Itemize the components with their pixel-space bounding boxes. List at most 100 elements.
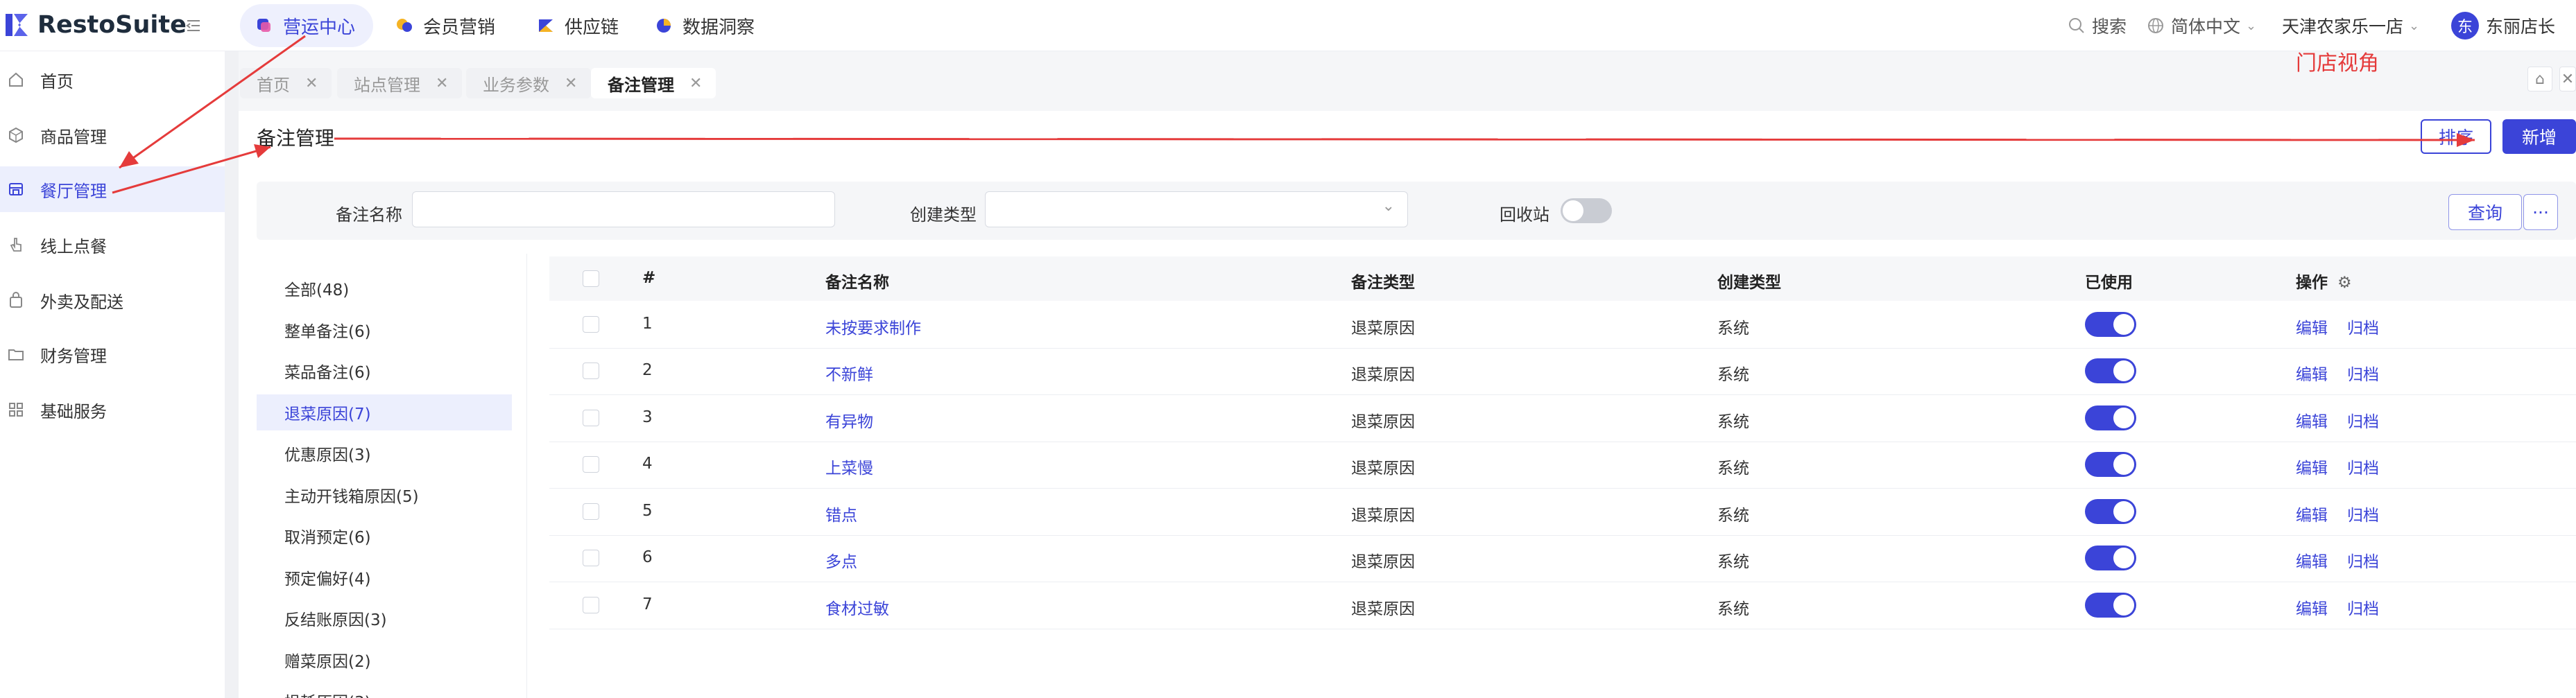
menu-collapse-icon[interactable] [184, 15, 205, 36]
bag-icon [10, 292, 22, 308]
sidebar-item-home[interactable]: 首页 [0, 57, 225, 103]
archive-link[interactable]: 归档 [2347, 455, 2379, 478]
remark-type: 退菜原因 [1351, 460, 1415, 478]
category-item[interactable]: 预定偏好(4) [257, 559, 512, 595]
row-index: 4 [642, 455, 653, 473]
used-toggle[interactable] [2085, 311, 2136, 337]
category-item[interactable]: 取消预定(6) [257, 518, 512, 554]
edit-link[interactable]: 编辑 [2296, 502, 2328, 525]
remark-type: 退菜原因 [1351, 553, 1415, 572]
search-label: 搜索 [2092, 17, 2127, 37]
remark-name-input[interactable] [412, 191, 835, 227]
row-checkbox[interactable] [583, 409, 599, 426]
user-menu[interactable]: 东 东丽店长 [2451, 12, 2555, 40]
used-toggle[interactable] [2085, 498, 2136, 524]
page-tab-site-management[interactable]: 站点管理 ✕ [337, 68, 463, 98]
category-item[interactable]: 菜品备注(6) [257, 353, 512, 389]
remark-type: 退菜原因 [1351, 366, 1415, 385]
top-nav-data-insight[interactable]: 数据洞察 [639, 4, 773, 47]
edit-link[interactable]: 编辑 [2296, 548, 2328, 572]
search-icon [2069, 18, 2084, 33]
remark-name-link[interactable]: 未按要求制作 [825, 315, 921, 338]
page-tab-home[interactable]: 首页 ✕ [240, 68, 332, 98]
row-checkbox[interactable] [583, 596, 599, 613]
edit-link[interactable]: 编辑 [2296, 361, 2328, 385]
archive-link[interactable]: 归档 [2347, 502, 2379, 525]
row-checkbox[interactable] [583, 456, 599, 473]
create-type-select[interactable]: ⌄ [985, 191, 1408, 227]
edit-link[interactable]: 编辑 [2296, 455, 2328, 478]
close-icon[interactable]: ✕ [305, 75, 318, 92]
select-all-checkbox[interactable] [583, 270, 599, 287]
remark-name-link[interactable]: 多点 [825, 548, 857, 572]
sidebar-item-finance[interactable]: 财务管理 [0, 331, 225, 377]
recycle-bin-toggle[interactable] [1561, 198, 1612, 223]
used-toggle[interactable] [2085, 592, 2136, 618]
close-icon[interactable]: ✕ [565, 75, 577, 92]
category-item[interactable]: 优惠原因(3) [257, 435, 512, 471]
used-toggle[interactable] [2085, 452, 2136, 478]
close-all-icon[interactable]: ✕ [2559, 67, 2576, 91]
top-nav-member-marketing[interactable]: 会员营销 [380, 4, 513, 47]
toggle-knob [2113, 360, 2134, 382]
archive-link[interactable]: 归档 [2347, 548, 2379, 572]
close-icon[interactable]: ✕ [436, 75, 448, 92]
category-item[interactable]: 反结账原因(3) [257, 600, 512, 636]
folder-icon [8, 349, 24, 360]
archive-link[interactable]: 归档 [2347, 315, 2379, 338]
used-toggle[interactable] [2085, 405, 2136, 430]
page-tab-remark-management[interactable]: 备注管理 ✕ [591, 68, 716, 98]
remark-name-link[interactable]: 有异物 [825, 408, 873, 432]
top-nav-operations[interactable]: 营运中心 [240, 4, 374, 47]
row-divider [549, 488, 2576, 489]
row-checkbox[interactable] [583, 503, 599, 520]
sidebar: 首页 商品管理 餐厅管理 线上点餐 外卖及配送 财务管理 基础服务 [0, 51, 225, 698]
add-button[interactable]: 新增 [2502, 119, 2576, 154]
row-checkbox[interactable] [583, 550, 599, 567]
toggle-knob [2113, 454, 2134, 475]
more-filters-button[interactable]: ··· [2523, 194, 2558, 230]
global-search[interactable]: 搜索 [2067, 12, 2127, 39]
used-toggle[interactable] [2085, 358, 2136, 384]
edit-link[interactable]: 编辑 [2296, 315, 2328, 338]
toggle-knob [2113, 313, 2134, 335]
app-logo[interactable]: RestoSuite [3, 10, 187, 40]
category-item[interactable]: 主动开钱箱原因(5) [257, 477, 512, 513]
sidebar-item-online-ordering[interactable]: 线上点餐 [0, 222, 225, 268]
archive-link[interactable]: 归档 [2347, 408, 2379, 432]
remark-name-link[interactable]: 错点 [825, 502, 857, 525]
category-item[interactable]: 退菜原因(7) [257, 394, 512, 430]
category-item[interactable]: 损耗原因(3) [257, 683, 512, 698]
create-type: 系统 [1717, 319, 1749, 338]
remark-name-link[interactable]: 食材过敏 [825, 595, 889, 619]
lock-icon[interactable]: ⌂ [2527, 67, 2552, 91]
row-checkbox[interactable] [583, 363, 599, 380]
page-title: 备注管理 [257, 127, 335, 150]
close-icon[interactable]: ✕ [689, 75, 702, 92]
row-checkbox[interactable] [583, 315, 599, 333]
store-select[interactable]: 天津农家乐一店 ⌄ [2282, 12, 2419, 39]
remark-name-link[interactable]: 不新鲜 [825, 361, 873, 385]
category-item[interactable]: 全部(48) [257, 270, 512, 306]
gear-icon[interactable]: ⚙ [2337, 274, 2352, 292]
category-item[interactable]: 整单备注(6) [257, 312, 512, 348]
sidebar-item-basic-services[interactable]: 基础服务 [0, 387, 225, 433]
sidebar-item-delivery[interactable]: 外卖及配送 [0, 277, 225, 323]
sidebar-item-restaurant[interactable]: 餐厅管理 [0, 166, 225, 212]
hand-pointer-icon [10, 238, 22, 252]
query-button[interactable]: 查询 [2448, 194, 2522, 230]
edit-link[interactable]: 编辑 [2296, 595, 2328, 619]
used-toggle[interactable] [2085, 546, 2136, 571]
top-nav-supply-chain[interactable]: 供应链 [522, 4, 637, 47]
page-tab-business-params[interactable]: 业务参数 ✕ [466, 68, 592, 98]
column-header-create-type: 创建类型 [1717, 274, 1781, 292]
sidebar-item-products[interactable]: 商品管理 [0, 112, 225, 158]
archive-link[interactable]: 归档 [2347, 595, 2379, 619]
archive-link[interactable]: 归档 [2347, 361, 2379, 385]
sort-button[interactable]: 排序 [2421, 119, 2491, 154]
remark-name-link[interactable]: 上菜慢 [825, 455, 873, 478]
edit-link[interactable]: 编辑 [2296, 408, 2328, 432]
category-item[interactable]: 赠菜原因(2) [257, 642, 512, 678]
sidebar-item-label: 基础服务 [40, 401, 107, 421]
language-select[interactable]: 简体中文 ⌄ [2146, 12, 2256, 39]
